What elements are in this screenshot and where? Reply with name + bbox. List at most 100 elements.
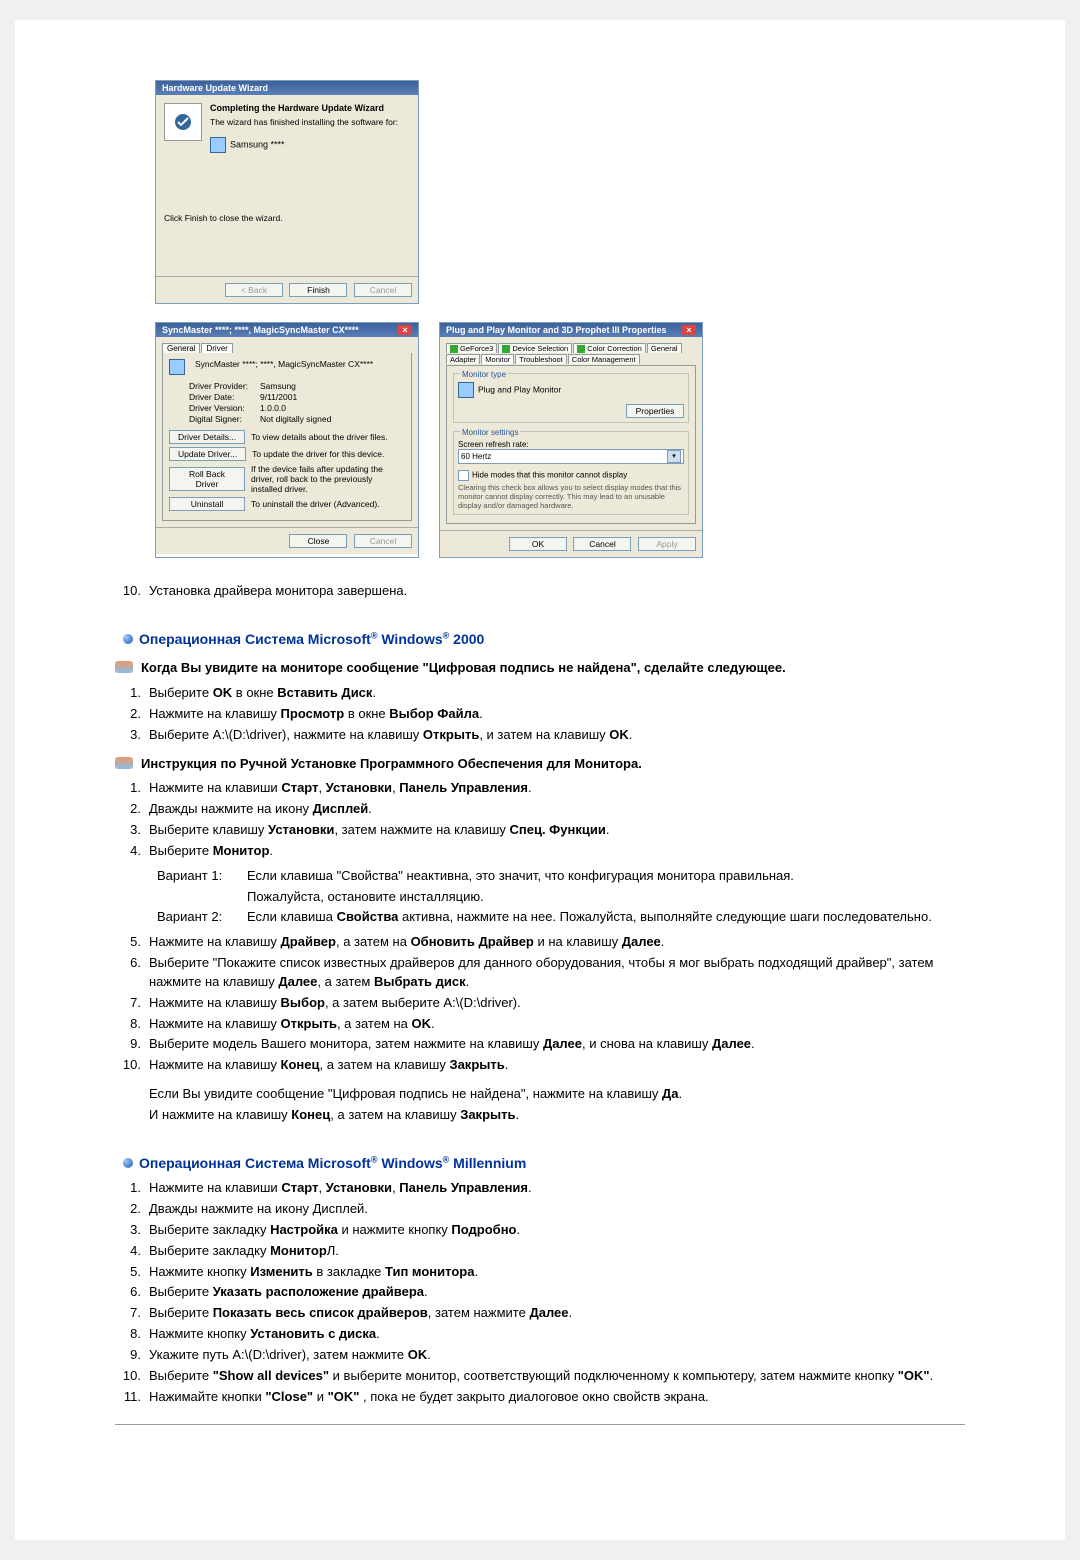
back-button: < Back [225, 283, 283, 297]
close-button[interactable]: Close [289, 534, 347, 548]
li: Выберите модель Вашего монитора, затем н… [149, 1035, 965, 1054]
tab-color-correction[interactable]: Color Correction [573, 343, 646, 353]
bullet-icon [123, 634, 133, 644]
li: Выберите Показать весь список драйверов,… [149, 1304, 965, 1323]
uninstall-button[interactable]: Uninstall [169, 497, 245, 511]
rollback-driver-button[interactable]: Roll Back Driver [169, 467, 245, 491]
properties-button[interactable]: Properties [626, 404, 684, 418]
section-win2000: Операционная Система Microsoft® Windows®… [115, 629, 965, 649]
monitor-icon [169, 359, 185, 375]
li: Нажмите на клавишу Драйвер, а затем на О… [149, 933, 965, 952]
li: Выберите OK в окне Вставить Диск. [149, 684, 965, 703]
cancel-button[interactable]: Cancel [573, 537, 631, 551]
tab-monitor[interactable]: Monitor [481, 354, 514, 364]
nvidia-icon [577, 345, 585, 353]
apply-button: Apply [638, 537, 696, 551]
variant1-text2: Пожалуйста, остановите инсталляцию. [247, 888, 484, 907]
tip-icon [115, 661, 133, 673]
value-provider: Samsung [260, 381, 405, 391]
group-monitor-settings: Monitor settings [460, 428, 520, 437]
li: Выберите "Покажите список известных драй… [149, 954, 965, 992]
li: Нажмите кнопку Изменить в закладке Тип м… [149, 1263, 965, 1282]
tab-geforce[interactable]: GeForce3 [446, 343, 497, 353]
wizard-icon [164, 103, 202, 141]
li: Выберите A:\(D:\driver), нажмите на клав… [149, 726, 965, 745]
wizard-title: Hardware Update Wizard [156, 81, 418, 95]
subhead-manual-install: Инструкция по Ручной Установке Программн… [115, 755, 965, 774]
li: Выберите Монитор. [149, 842, 965, 861]
nvidia-icon [450, 345, 458, 353]
label-version: Driver Version: [189, 403, 254, 413]
subhead-digital-sig: Когда Вы увидите на мониторе сообщение "… [115, 659, 965, 678]
li: Нажмите на клавиши Старт, Установки, Пан… [149, 1179, 965, 1198]
close-icon[interactable]: × [398, 325, 412, 335]
driver-properties-dialog: SyncMaster ****; ****, MagicSyncMaster C… [155, 322, 419, 558]
monitor-dialog-title: Plug and Play Monitor and 3D Prophet III… [446, 325, 667, 335]
hide-modes-checkbox[interactable] [458, 470, 469, 481]
hide-modes-desc: Clearing this check box allows you to se… [458, 483, 684, 510]
li: Нажмите на клавишу Открыть, а затем на O… [149, 1015, 965, 1034]
li: Нажмите на клавишу Выбор, а затем выбери… [149, 994, 965, 1013]
variant2-label: Вариант 2: [157, 908, 247, 927]
monitor-icon [210, 137, 226, 153]
chevron-down-icon[interactable]: ▾ [667, 450, 681, 463]
li: Нажмите на клавиши Старт, Установки, Пан… [149, 779, 965, 798]
tab-adapter[interactable]: Adapter [446, 354, 480, 364]
ok-button[interactable]: OK [509, 537, 567, 551]
step-10: Установка драйвера монитора завершена. [149, 582, 965, 601]
value-signer: Not digitally signed [260, 414, 405, 424]
li: Выберите закладку Настройка и нажмите кн… [149, 1221, 965, 1240]
desc-update: To update the driver for this device. [252, 449, 384, 459]
wizard-heading: Completing the Hardware Update Wizard [210, 103, 398, 113]
li: Выберите закладку МониторЛ. [149, 1242, 965, 1261]
nvidia-icon [502, 345, 510, 353]
refresh-value: 60 Hertz [461, 452, 491, 461]
tab-color-management[interactable]: Color Management [568, 354, 640, 364]
wizard-subtext: The wizard has finished installing the s… [210, 117, 398, 127]
tab-driver[interactable]: Driver [201, 343, 232, 353]
label-provider: Driver Provider: [189, 381, 254, 391]
cancel-button: Cancel [354, 283, 412, 297]
note1: Если Вы увидите сообщение "Цифровая подп… [149, 1085, 965, 1104]
tab-device-selection[interactable]: Device Selection [498, 343, 572, 353]
li: Нажмите на клавишу Конец, а затем на кла… [149, 1056, 965, 1075]
hardware-update-wizard: Hardware Update Wizard Completing the Ha… [155, 80, 419, 304]
variant1-text: Если клавиша "Свойства" неактивна, это з… [247, 867, 794, 886]
li: Укажите путь A:\(D:\driver), затем нажми… [149, 1346, 965, 1365]
li: Нажмите на клавишу Просмотр в окне Выбор… [149, 705, 965, 724]
update-driver-button[interactable]: Update Driver... [169, 447, 246, 461]
monitor-type-value: Plug and Play Monitor [478, 384, 561, 394]
monitor-icon [458, 382, 474, 398]
tab-general-prop[interactable]: General [647, 343, 682, 353]
tab-troubleshoot[interactable]: Troubleshoot [515, 354, 567, 364]
group-monitor-type: Monitor type [460, 370, 508, 379]
desc-rollback: If the device fails after updating the d… [251, 464, 405, 494]
hide-modes-label: Hide modes that this monitor cannot disp… [472, 471, 627, 480]
tip-icon [115, 757, 133, 769]
tab-general[interactable]: General [162, 343, 200, 353]
li: Нажмите кнопку Установить с диска. [149, 1325, 965, 1344]
li: Нажимайте кнопки "Close" и "OK" , пока н… [149, 1388, 965, 1407]
desc-uninstall: To uninstall the driver (Advanced). [251, 499, 380, 509]
monitor-properties-dialog: Plug and Play Monitor and 3D Prophet III… [439, 322, 703, 558]
close-icon[interactable]: × [682, 325, 696, 335]
value-date: 9/11/2001 [260, 392, 405, 402]
label-date: Driver Date: [189, 392, 254, 402]
finish-note: Click Finish to close the wizard. [164, 213, 410, 223]
li: Выберите клавишу Установки, затем нажмит… [149, 821, 965, 840]
li: Дважды нажмите на икону Дисплей. [149, 1200, 965, 1219]
device-label: SyncMaster ****; ****, MagicSyncMaster C… [195, 359, 373, 375]
li: Выберите "Show all devices" и выберите м… [149, 1367, 965, 1386]
label-signer: Digital Signer: [189, 414, 254, 424]
finish-button[interactable]: Finish [289, 283, 347, 297]
driver-details-button[interactable]: Driver Details... [169, 430, 245, 444]
li: Дважды нажмите на икону Дисплей. [149, 800, 965, 819]
device-name: Samsung **** [230, 139, 285, 149]
driver-dialog-title: SyncMaster ****; ****, MagicSyncMaster C… [162, 325, 359, 335]
section-winme: Операционная Система Microsoft® Windows®… [115, 1153, 965, 1173]
refresh-label: Screen refresh rate: [458, 440, 684, 449]
variant1-label: Вариант 1: [157, 867, 247, 886]
refresh-rate-select[interactable]: 60 Hertz ▾ [458, 449, 684, 464]
separator [115, 1424, 965, 1425]
variant2-text: Если клавиша Свойства активна, нажмите н… [247, 908, 932, 927]
